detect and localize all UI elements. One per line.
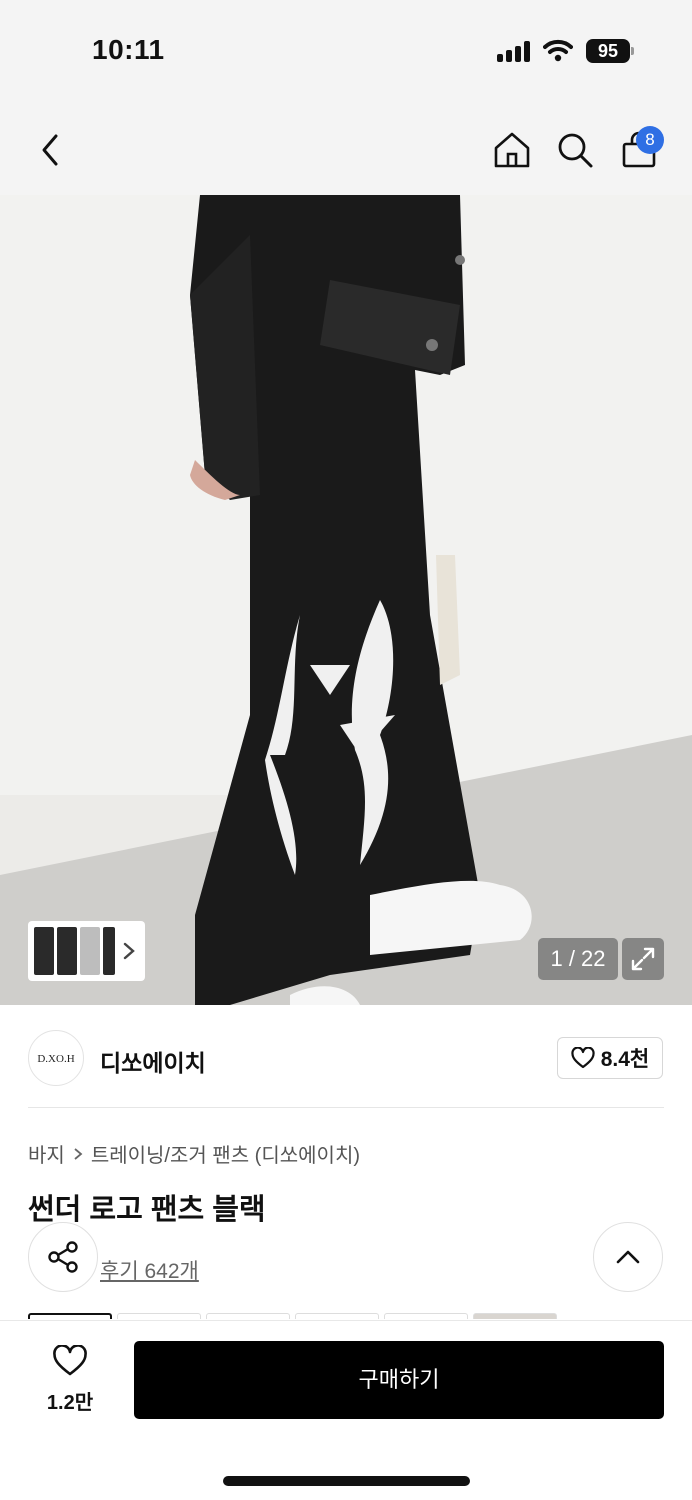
divider (28, 1107, 664, 1108)
product-image[interactable] (0, 195, 692, 1005)
cart-count-badge: 8 (636, 126, 664, 154)
battery-icon: 95 (586, 39, 630, 63)
gallery-thumbnail-strip[interactable] (28, 921, 145, 981)
color-swatch[interactable] (384, 1313, 468, 1319)
status-time: 10:11 (92, 34, 165, 65)
brand-name[interactable]: 디쏘에이치 (100, 1044, 206, 1078)
top-nav-bar (0, 100, 692, 195)
brand-logo[interactable]: D.XO.H (28, 1030, 84, 1086)
share-button[interactable] (28, 1222, 98, 1292)
thumbnail[interactable] (34, 927, 54, 975)
color-swatch[interactable] (206, 1313, 290, 1319)
breadcrumb-item[interactable]: 바지 (28, 1139, 65, 1168)
color-swatch[interactable] (473, 1313, 557, 1319)
breadcrumb: 바지 트레이닝/조거 팬츠 (디쏘에이치) (28, 1139, 360, 1168)
color-swatch[interactable] (117, 1313, 201, 1319)
wishlist-count: 1.2만 (46, 1392, 94, 1414)
brand-like-count: 8.4천 (600, 1048, 650, 1071)
scroll-top-button[interactable] (593, 1222, 663, 1292)
image-counter: 1 / 22 (538, 938, 618, 980)
review-link[interactable]: 후기 642개 (100, 1255, 199, 1285)
home-indicator[interactable] (223, 1476, 470, 1486)
home-icon[interactable] (492, 130, 532, 170)
color-swatch[interactable] (28, 1313, 112, 1319)
wishlist-button[interactable]: 1.2만 (30, 1344, 110, 1415)
breadcrumb-item[interactable]: 트레이닝/조거 팬츠 (디쏘에이치) (91, 1139, 360, 1168)
color-swatch-row (28, 1313, 557, 1319)
heart-icon (571, 1047, 595, 1069)
battery-nub (631, 47, 634, 55)
buy-button[interactable]: 구매하기 (134, 1341, 664, 1419)
heart-icon (53, 1344, 87, 1376)
expand-icon[interactable] (622, 938, 664, 980)
product-photo (0, 195, 692, 1005)
brand-like-button[interactable]: 8.4천 (557, 1037, 663, 1079)
chevron-right-icon (74, 1147, 83, 1160)
brand-row[interactable]: D.XO.H 디쏘에이치 8.4천 (0, 1020, 692, 1100)
thumbnail[interactable] (103, 927, 115, 975)
chevron-right-icon[interactable] (122, 941, 136, 961)
chevron-up-icon (616, 1250, 640, 1264)
wifi-icon (543, 39, 573, 62)
status-bar: 10:11 95 (0, 0, 692, 100)
thumbnail[interactable] (57, 927, 77, 975)
cellular-signal-icon (497, 40, 531, 62)
thumbnail[interactable] (80, 927, 100, 975)
back-chevron-icon[interactable] (34, 130, 66, 170)
search-icon[interactable] (555, 130, 595, 170)
share-icon (48, 1241, 78, 1273)
color-swatch[interactable] (295, 1313, 379, 1319)
